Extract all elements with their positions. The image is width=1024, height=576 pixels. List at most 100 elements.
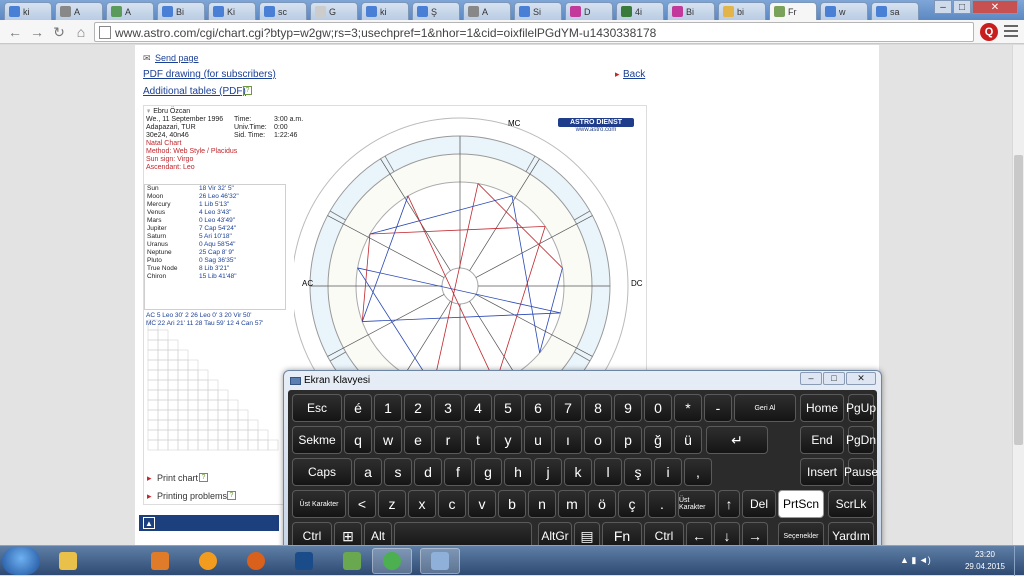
key[interactable]: ç bbox=[618, 490, 646, 518]
tab[interactable]: sa bbox=[871, 2, 919, 20]
key[interactable]: ı bbox=[554, 426, 582, 454]
print-chart-link[interactable]: Print chart bbox=[157, 473, 198, 483]
minimize-window-button[interactable]: – bbox=[934, 0, 952, 14]
key[interactable]: n bbox=[528, 490, 556, 518]
close-window-button[interactable]: ✕ bbox=[972, 0, 1018, 14]
tab[interactable]: A bbox=[55, 2, 103, 20]
key[interactable]: c bbox=[438, 490, 466, 518]
chrome-taskbar-button[interactable] bbox=[372, 548, 412, 574]
key[interactable]: 1 bbox=[374, 394, 402, 422]
key[interactable]: g bbox=[474, 458, 502, 486]
show-desktop-button[interactable] bbox=[1014, 546, 1024, 576]
key[interactable]: v bbox=[468, 490, 496, 518]
tab[interactable]: A bbox=[463, 2, 511, 20]
key[interactable]: f bbox=[444, 458, 472, 486]
key[interactable]: End bbox=[800, 426, 844, 454]
tab[interactable]: 4i bbox=[616, 2, 664, 20]
key[interactable]: , bbox=[684, 458, 712, 486]
key[interactable]: i bbox=[654, 458, 682, 486]
tab[interactable]: sc bbox=[259, 2, 307, 20]
back-link[interactable]: Back bbox=[623, 69, 645, 80]
key[interactable]: Insert bbox=[800, 458, 844, 486]
key[interactable]: 3 bbox=[434, 394, 462, 422]
key[interactable]: ScrLk bbox=[828, 490, 874, 518]
tab[interactable]: A bbox=[106, 2, 154, 20]
key[interactable]: p bbox=[614, 426, 642, 454]
key[interactable]: Üst Karakter bbox=[292, 490, 346, 518]
key[interactable]: 5 bbox=[494, 394, 522, 422]
tab[interactable]: Fr bbox=[769, 2, 817, 20]
key[interactable]: 4 bbox=[464, 394, 492, 422]
key[interactable]: Geri Al bbox=[734, 394, 796, 422]
keyboard-taskbar-button[interactable] bbox=[420, 548, 460, 574]
key[interactable]: 6 bbox=[524, 394, 552, 422]
key[interactable]: ğ bbox=[644, 426, 672, 454]
key[interactable]: k bbox=[564, 458, 592, 486]
tab[interactable]: ki bbox=[361, 2, 409, 20]
key[interactable]: 0 bbox=[644, 394, 672, 422]
key[interactable]: w bbox=[374, 426, 402, 454]
key[interactable]: Üst Karakter bbox=[678, 490, 716, 518]
key[interactable]: b bbox=[498, 490, 526, 518]
forward-arrow-icon[interactable]: → bbox=[28, 23, 46, 41]
firefox-taskbar-button[interactable] bbox=[236, 548, 276, 574]
key[interactable]: Caps bbox=[292, 458, 352, 486]
tab[interactable]: Bi bbox=[667, 2, 715, 20]
key[interactable]: PrtScn bbox=[778, 490, 824, 518]
kbd-maximize-button[interactable]: □ bbox=[823, 372, 845, 385]
key[interactable]: q bbox=[344, 426, 372, 454]
key[interactable]: Pause bbox=[844, 458, 878, 486]
key[interactable]: ö bbox=[588, 490, 616, 518]
pdf-drawing-link[interactable]: PDF drawing (for subscribers) bbox=[143, 69, 276, 80]
explorer-taskbar-button[interactable] bbox=[48, 548, 88, 574]
key[interactable]: ↑ bbox=[718, 490, 740, 518]
key[interactable]: z bbox=[378, 490, 406, 518]
app-taskbar-button[interactable] bbox=[188, 548, 228, 574]
tab[interactable]: bi bbox=[718, 2, 766, 20]
key[interactable]: PgDn bbox=[846, 426, 876, 454]
printing-problems-link[interactable]: Printing problems bbox=[157, 491, 227, 501]
key[interactable]: 8 bbox=[584, 394, 612, 422]
tab[interactable]: ki bbox=[4, 2, 52, 20]
key[interactable]: 7 bbox=[554, 394, 582, 422]
key[interactable]: - bbox=[704, 394, 732, 422]
key[interactable]: x bbox=[408, 490, 436, 518]
key[interactable]: 2 bbox=[404, 394, 432, 422]
key[interactable]: ü bbox=[674, 426, 702, 454]
key[interactable]: t bbox=[464, 426, 492, 454]
key[interactable]: m bbox=[558, 490, 586, 518]
tab[interactable]: Ş bbox=[412, 2, 460, 20]
kbd-minimize-button[interactable]: – bbox=[800, 372, 822, 385]
tab[interactable]: G bbox=[310, 2, 358, 20]
address-bar[interactable]: www.astro.com/cgi/chart.cgi?btyp=w2gw;rs… bbox=[94, 22, 974, 42]
key[interactable]: l bbox=[594, 458, 622, 486]
start-button[interactable] bbox=[2, 547, 40, 575]
tab[interactable]: w bbox=[820, 2, 868, 20]
key[interactable]: Sekme bbox=[292, 426, 342, 454]
scrollbar-thumb[interactable] bbox=[1014, 155, 1023, 445]
key[interactable]: PgUp bbox=[846, 394, 876, 422]
tab[interactable]: Bi bbox=[157, 2, 205, 20]
key[interactable]: o bbox=[584, 426, 612, 454]
help-icon[interactable]: ? bbox=[243, 86, 252, 95]
key[interactable]: e bbox=[404, 426, 432, 454]
additional-tables-link[interactable]: Additional tables (PDF) bbox=[143, 86, 246, 97]
key[interactable]: j bbox=[534, 458, 562, 486]
key[interactable]: u bbox=[524, 426, 552, 454]
key[interactable]: Esc bbox=[292, 394, 342, 422]
key[interactable]: < bbox=[348, 490, 376, 518]
send-page-link[interactable]: Send page bbox=[155, 53, 199, 63]
key[interactable]: . bbox=[648, 490, 676, 518]
key[interactable]: h bbox=[504, 458, 532, 486]
system-tray[interactable]: ▲ ▮ ◄) bbox=[900, 555, 931, 566]
key[interactable]: r bbox=[434, 426, 462, 454]
maximize-window-button[interactable]: □ bbox=[953, 0, 971, 14]
key[interactable]: Del bbox=[742, 490, 776, 518]
page-scrollbar[interactable] bbox=[1012, 45, 1024, 545]
reload-icon[interactable]: ↻ bbox=[50, 23, 68, 41]
tab[interactable]: Ki bbox=[208, 2, 256, 20]
key[interactable]: é bbox=[344, 394, 372, 422]
photoshop-taskbar-button[interactable] bbox=[284, 548, 324, 574]
key[interactable]: s bbox=[384, 458, 412, 486]
menu-icon[interactable] bbox=[1004, 25, 1018, 37]
